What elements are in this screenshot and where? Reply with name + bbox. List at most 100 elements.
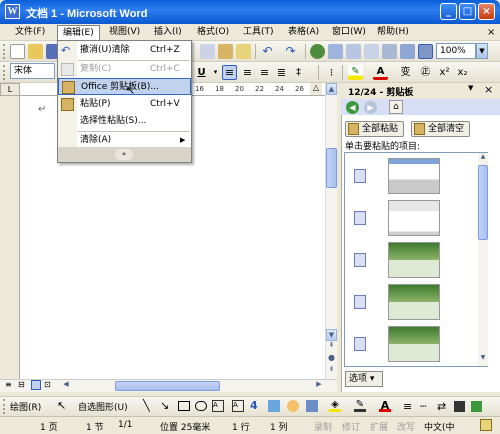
new-document-icon[interactable]: [10, 44, 25, 59]
clipboard-item[interactable]: [350, 198, 482, 238]
line-icon[interactable]: ╲: [143, 399, 150, 412]
menu-view[interactable]: 视图(V): [104, 25, 145, 40]
vertical-ruler[interactable]: [0, 96, 20, 379]
back-icon[interactable]: ◀: [346, 101, 359, 114]
menu-edit[interactable]: 编辑(E): [57, 25, 100, 40]
autoshapes-menu-button[interactable]: 自选图形(U): [78, 400, 128, 413]
toolbar-grip[interactable]: [3, 399, 6, 414]
vertical-scrollbar[interactable]: ▲ ▼ ⇞ ● ⇟: [325, 83, 337, 379]
insert-table-icon[interactable]: [346, 44, 361, 59]
menu-item-paste[interactable]: 粘贴(P) Ctrl+V: [58, 96, 191, 113]
tables-borders-icon[interactable]: [328, 44, 343, 59]
scroll-up-icon[interactable]: ▲: [478, 153, 488, 163]
menu-help[interactable]: 帮助(H): [372, 25, 414, 40]
drawing-icon[interactable]: [400, 44, 415, 59]
textbox-icon[interactable]: A: [212, 400, 224, 412]
task-pane-menu-icon[interactable]: ▼: [468, 84, 473, 92]
forward-icon[interactable]: ▶: [364, 101, 377, 114]
scroll-left-icon[interactable]: ◀: [60, 380, 72, 392]
web-view-icon[interactable]: ⊟: [18, 380, 28, 390]
minimize-button[interactable]: _: [440, 3, 457, 20]
hscroll-thumb[interactable]: [115, 381, 220, 391]
status-record[interactable]: 录制: [314, 420, 332, 433]
shadow-style-icon[interactable]: [454, 401, 465, 412]
toolbar-grip[interactable]: [3, 65, 6, 80]
underline-dropdown-icon[interactable]: ▾: [208, 65, 223, 80]
menu-format[interactable]: 格式(O): [192, 25, 234, 40]
paste-icon[interactable]: [218, 44, 233, 59]
enclose-characters-icon[interactable]: ㊣: [418, 65, 433, 80]
line-color-icon[interactable]: ✎: [354, 399, 366, 412]
fill-color-icon[interactable]: ◈: [329, 399, 341, 412]
tab-selector[interactable]: L: [0, 83, 20, 96]
justify-icon[interactable]: ≣: [274, 65, 289, 80]
line-spacing-icon[interactable]: ‡: [291, 65, 306, 80]
print-view-icon[interactable]: [31, 380, 41, 390]
clipboard-item[interactable]: [350, 240, 482, 280]
options-button[interactable]: 选项 ▾: [345, 371, 383, 387]
scroll-thumb[interactable]: [478, 165, 488, 240]
underline-icon[interactable]: U: [194, 65, 209, 80]
line-style-icon[interactable]: ≡: [403, 400, 412, 413]
align-right-icon[interactable]: ≡: [257, 65, 272, 80]
phonetic-guide-icon[interactable]: 变: [398, 65, 413, 80]
align-center-icon[interactable]: ≡: [240, 65, 255, 80]
zoom-dropdown-icon[interactable]: ▼: [476, 43, 488, 59]
spelling-status-icon[interactable]: [480, 419, 492, 431]
task-pane-scrollbar[interactable]: ▲ ▼: [478, 153, 488, 366]
menu-item-copy[interactable]: 复制(C) Ctrl+C: [58, 61, 191, 78]
hyperlink-icon[interactable]: [310, 44, 325, 59]
rectangle-icon[interactable]: [178, 401, 190, 411]
status-extend[interactable]: 扩展: [370, 420, 388, 433]
scroll-down-icon[interactable]: ▼: [478, 354, 488, 364]
select-browse-object-icon[interactable]: ●: [326, 353, 337, 365]
font-color-icon[interactable]: A: [379, 399, 391, 412]
diagram-icon[interactable]: [268, 400, 280, 412]
open-folder-icon[interactable]: [28, 44, 43, 59]
status-track-changes[interactable]: 修订: [342, 420, 360, 433]
subscript-icon[interactable]: x₂: [455, 65, 470, 80]
scroll-down-icon[interactable]: ▼: [326, 329, 337, 341]
document-map-icon[interactable]: [418, 44, 433, 59]
select-objects-icon[interactable]: ↖: [57, 399, 66, 412]
menu-item-undo[interactable]: ↶ 撤消(U)清除 Ctrl+Z: [58, 42, 191, 59]
menu-tools[interactable]: 工具(T): [238, 25, 279, 40]
align-left-icon[interactable]: ≡: [222, 65, 237, 80]
normal-view-icon[interactable]: ≡: [5, 380, 15, 390]
columns-icon[interactable]: [382, 44, 397, 59]
menu-expand-bar[interactable]: »: [58, 147, 191, 162]
close-button[interactable]: ×: [478, 3, 495, 20]
arrow-icon[interactable]: ↘: [160, 399, 169, 412]
clipboard-item[interactable]: [350, 282, 482, 322]
menu-item-office-clipboard[interactable]: Office 剪贴板(B)... ↖: [58, 78, 191, 97]
menu-file[interactable]: 文件(F): [10, 25, 50, 40]
clipboard-item[interactable]: [350, 324, 482, 364]
maximize-button[interactable]: □: [459, 3, 476, 20]
superscript-icon[interactable]: x²: [437, 65, 452, 80]
font-combo[interactable]: 宋体: [10, 63, 55, 79]
vertical-textbox-icon[interactable]: A: [232, 400, 244, 412]
zoom-combo[interactable]: 100%: [436, 43, 476, 59]
font-color-icon[interactable]: A: [373, 65, 388, 80]
menu-table[interactable]: 表格(A): [283, 25, 324, 40]
scroll-up-icon[interactable]: ▲: [326, 83, 337, 95]
bullets-icon[interactable]: ⁝: [324, 65, 339, 80]
dash-style-icon[interactable]: ┄: [420, 400, 427, 413]
oval-icon[interactable]: [195, 401, 207, 411]
arrow-style-icon[interactable]: ⇄: [437, 400, 446, 413]
undo-icon[interactable]: ↶: [260, 44, 275, 59]
task-pane-close-icon[interactable]: ×: [484, 83, 493, 96]
clear-all-button[interactable]: 全部清空: [411, 121, 470, 137]
outline-view-icon[interactable]: ⊡: [44, 380, 54, 390]
insert-picture-icon[interactable]: [306, 400, 318, 412]
menu-window[interactable]: 窗口(W): [327, 25, 371, 40]
scroll-right-icon[interactable]: ▶: [313, 380, 325, 392]
right-indent-marker[interactable]: △: [310, 83, 322, 95]
clipart-icon[interactable]: [287, 400, 299, 412]
status-overtype[interactable]: 改写: [397, 420, 415, 433]
draw-menu-button[interactable]: 绘图(R): [10, 400, 41, 413]
paste-all-button[interactable]: 全部粘贴: [345, 121, 404, 137]
expand-chevron-icon[interactable]: »: [115, 149, 133, 160]
clipboard-item[interactable]: [350, 156, 482, 196]
word-app-icon[interactable]: W: [5, 4, 20, 19]
